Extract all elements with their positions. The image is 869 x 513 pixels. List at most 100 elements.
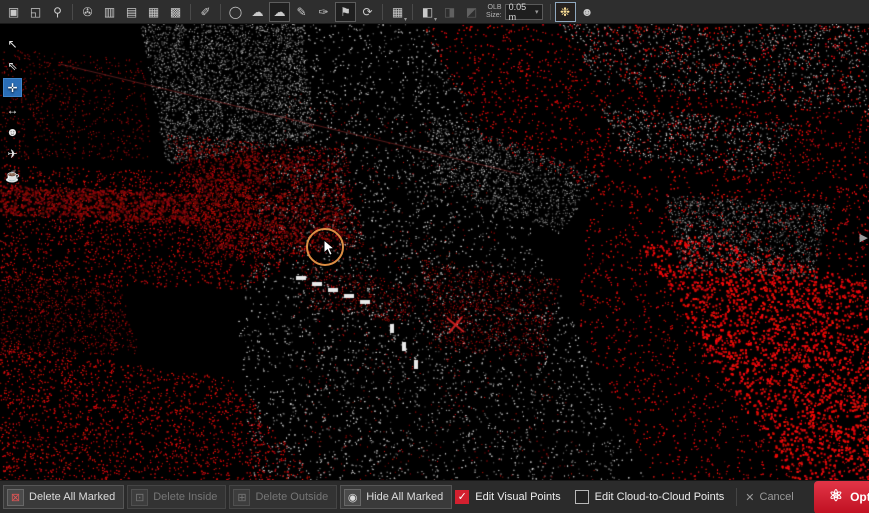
bottom-toolbar: ⊠Delete All Marked ⊡ Delete Inside ⊞ Delete … [0, 480, 869, 513]
application-window: ▣◱⚲✇▥▤▦▩✐◯☁☁✎✑⚑⟳▦▾◧▾◨◩OLBSize:0.05 m▾❉☻ … [0, 0, 869, 513]
clip-outside-icon: ◩ [461, 2, 482, 22]
checkbox-box [575, 490, 589, 504]
left-toolbar: ↖ ⇖ ✛ ↔ ☻ ✈ ☕ [3, 34, 22, 185]
checkbox-label: Edit Visual Points [475, 491, 560, 503]
edit-cloud-to-cloud-checkbox[interactable]: Edit Cloud-to-Cloud Points [575, 490, 725, 504]
icon-glyph: ◱ [30, 5, 41, 19]
clip-box-icon[interactable]: ◧▾ [417, 2, 438, 22]
pan-tool-icon[interactable]: ✛ [3, 78, 22, 97]
camera-icon[interactable]: ✇ [77, 2, 98, 22]
orbit-view-icon[interactable]: ⟳ [357, 2, 378, 22]
brush-cursor-ring [306, 228, 344, 266]
delete-inside-button: ⊡ Delete Inside [127, 485, 226, 509]
icon-glyph: ☻ [581, 5, 594, 19]
top-toolbar: ▣◱⚲✇▥▤▦▩✐◯☁☁✎✑⚑⟳▦▾◧▾◨◩OLBSize:0.05 m▾❉☻ [0, 0, 869, 24]
select-marquee-icon[interactable]: ⇖ [3, 56, 22, 75]
magnifier-icon[interactable]: ⚲ [47, 2, 68, 22]
olb-size-label-line1: OLB [486, 4, 502, 12]
split-view-icon[interactable]: ▥ [99, 2, 120, 22]
icon-glyph: ◯ [229, 5, 242, 19]
olb-size-label-line2: Size: [486, 12, 502, 20]
paint-bucket-icon[interactable]: ☕ [3, 166, 22, 185]
zoom-window-icon[interactable]: ◱ [25, 2, 46, 22]
icon-glyph: ▣ [8, 5, 19, 19]
clip-inside-icon: ◨ [439, 2, 460, 22]
hide-all-marked-icon: ◉ [344, 489, 361, 506]
blade-tool-icon[interactable]: ✐ [195, 2, 216, 22]
delete-outside-icon: ⊞ [233, 489, 250, 506]
edit-visual-points-checkbox[interactable]: ✓ Edit Visual Points [455, 490, 560, 504]
delete-all-marked-button[interactable]: ⊠Delete All Marked [3, 485, 124, 509]
toolbar-separator [190, 4, 191, 20]
icon-glyph: ◧ [422, 5, 433, 19]
olb-size-label: OLBSize: [486, 4, 502, 20]
button-label: Delete Inside [153, 491, 217, 503]
point-cloud-viewport[interactable] [0, 24, 869, 480]
olb-size-dropdown[interactable]: 0.05 m▾ [505, 4, 543, 20]
icon-glyph: ✐ [200, 5, 210, 19]
hide-all-marked-button[interactable]: ◉Hide All Marked [340, 485, 452, 509]
top-toolbar-items: ▣◱⚲✇▥▤▦▩✐◯☁☁✎✑⚑⟳▦▾◧▾◨◩OLBSize:0.05 m▾❉☻ [3, 0, 598, 23]
toolbar-separator [220, 4, 221, 20]
toolbar-separator [412, 4, 413, 20]
photo-list-icon[interactable]: ▤ [121, 2, 142, 22]
display-mode-dropdown[interactable]: ▦▾ [387, 2, 408, 22]
toolbar-separator [550, 4, 551, 20]
icon-glyph: ▩ [170, 5, 181, 19]
icon-glyph: ✎ [296, 5, 306, 19]
fly-mode-icon[interactable]: ✈ [3, 144, 22, 163]
chevron-down-icon: ▾ [535, 8, 539, 16]
control-point-icon[interactable]: ☻ [577, 2, 598, 22]
checkbox-group: ✓ Edit Visual Points Edit Cloud-to-Cloud P… [455, 490, 724, 504]
cancel-button[interactable]: ✕ Cancel [736, 488, 801, 506]
panel-expander-arrow[interactable]: ▶ [860, 231, 868, 244]
checkbox-label: Edit Cloud-to-Cloud Points [595, 491, 725, 503]
circle-select-icon[interactable]: ◯ [225, 2, 246, 22]
icon-glyph: ✛ [7, 81, 17, 95]
olb-size-group: OLBSize:0.05 m▾ [486, 4, 543, 20]
optimize-bundle-label: Optimize Bundle [850, 490, 869, 504]
icon-glyph: ☻ [6, 125, 19, 139]
highlight-tool-icon[interactable]: ❉ [555, 2, 576, 22]
toolbar-separator [72, 4, 73, 20]
bundle-atoms-icon: ⚛ [829, 489, 843, 505]
thumbnail-grid-icon[interactable]: ▦ [143, 2, 164, 22]
chevron-down-icon: ▾ [404, 16, 407, 23]
icon-glyph: ☁ [274, 5, 286, 19]
icon-glyph: ✈ [7, 147, 17, 161]
icon-glyph: ▦ [392, 5, 403, 19]
icon-glyph: ↖ [7, 37, 17, 51]
bottom-buttons-group: ⊠Delete All Marked ⊡ Delete Inside ⊞ Delete … [3, 485, 455, 509]
pipette-tool-icon[interactable]: ✑ [313, 2, 334, 22]
film-strip-icon[interactable]: ▩ [165, 2, 186, 22]
marker-pin-icon[interactable]: ⚑ [335, 2, 356, 22]
icon-glyph: ❉ [560, 5, 570, 19]
button-label: Delete Outside [255, 491, 328, 503]
delete-inside-icon: ⊡ [131, 489, 148, 506]
person-view-icon[interactable]: ☻ [3, 122, 22, 141]
checkbox-box: ✓ [455, 490, 469, 504]
mouse-cursor-icon [323, 239, 337, 257]
icon-glyph: ▥ [104, 5, 115, 19]
optimize-bundle-button[interactable]: ⚛ Optimize Bundle [814, 481, 869, 513]
close-icon: ✕ [745, 491, 754, 504]
icon-glyph: ✑ [318, 5, 328, 19]
icon-glyph: ⚲ [53, 5, 62, 19]
image-preview-icon[interactable]: ▣ [3, 2, 24, 22]
pencil-tool-icon[interactable]: ✎ [291, 2, 312, 22]
icon-glyph: ▦ [148, 5, 159, 19]
cancel-label: Cancel [760, 491, 794, 503]
icon-glyph: ⇖ [7, 59, 17, 73]
measure-distance-icon[interactable]: ↔ [3, 100, 22, 119]
delete-outside-button: ⊞ Delete Outside [229, 485, 337, 509]
icon-glyph: ⟳ [362, 5, 372, 19]
icon-glyph: ↔ [7, 103, 19, 117]
cloud-edit-icon[interactable]: ☁ [269, 2, 290, 22]
icon-glyph: ⚑ [340, 5, 351, 19]
icon-glyph: ◨ [444, 5, 455, 19]
icon-glyph: ☁ [252, 5, 264, 19]
chevron-down-icon: ▾ [434, 16, 437, 23]
toolbar-separator [382, 4, 383, 20]
cloud-download-icon[interactable]: ☁ [247, 2, 268, 22]
select-cursor-icon[interactable]: ↖ [3, 34, 22, 53]
